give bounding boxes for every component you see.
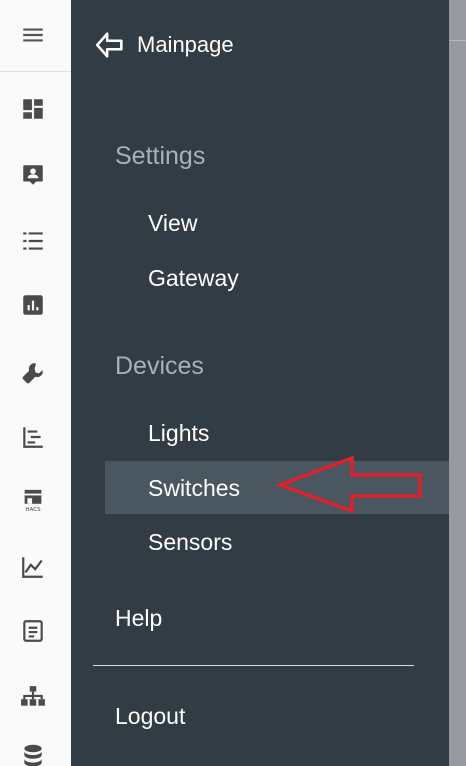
sidebar-rail: HACS	[0, 0, 72, 766]
settings-drawer	[71, 0, 449, 766]
chart-box-icon[interactable]	[20, 292, 46, 318]
sitemap-icon[interactable]	[20, 684, 46, 710]
format-list-icon[interactable]	[20, 228, 46, 254]
wrench-icon[interactable]	[20, 360, 46, 386]
mainpage-back-link[interactable]: Mainpage	[93, 28, 234, 62]
scrim-divider	[449, 40, 466, 41]
nav-item-logout[interactable]: Logout	[115, 703, 185, 730]
mainpage-label: Mainpage	[137, 32, 234, 57]
annotation-arrow-icon	[276, 455, 422, 513]
content-scrim[interactable]	[449, 0, 466, 766]
section-devices-title: Devices	[115, 352, 204, 380]
dashboard-icon[interactable]	[20, 96, 46, 122]
nav-item-help[interactable]: Help	[115, 605, 162, 632]
section-settings-title: Settings	[115, 142, 206, 170]
hacs-store-icon[interactable]: HACS	[20, 488, 46, 514]
chart-line-icon[interactable]	[20, 554, 46, 580]
menu-icon[interactable]	[20, 22, 46, 48]
nav-item-sensors[interactable]: Sensors	[148, 529, 232, 556]
chart-timeline-icon[interactable]	[20, 424, 46, 450]
nav-item-switches[interactable]: Switches	[148, 475, 240, 502]
arrow-left-icon	[93, 28, 127, 62]
account-box-icon[interactable]	[20, 162, 46, 188]
hacs-label: HACS	[25, 507, 41, 513]
database-icon[interactable]	[20, 742, 46, 766]
drawer-divider	[93, 665, 414, 666]
nav-item-lights[interactable]: Lights	[148, 420, 209, 447]
nav-item-gateway[interactable]: Gateway	[148, 265, 239, 292]
nav-item-view[interactable]: View	[148, 210, 197, 237]
file-document-icon[interactable]	[20, 618, 46, 644]
